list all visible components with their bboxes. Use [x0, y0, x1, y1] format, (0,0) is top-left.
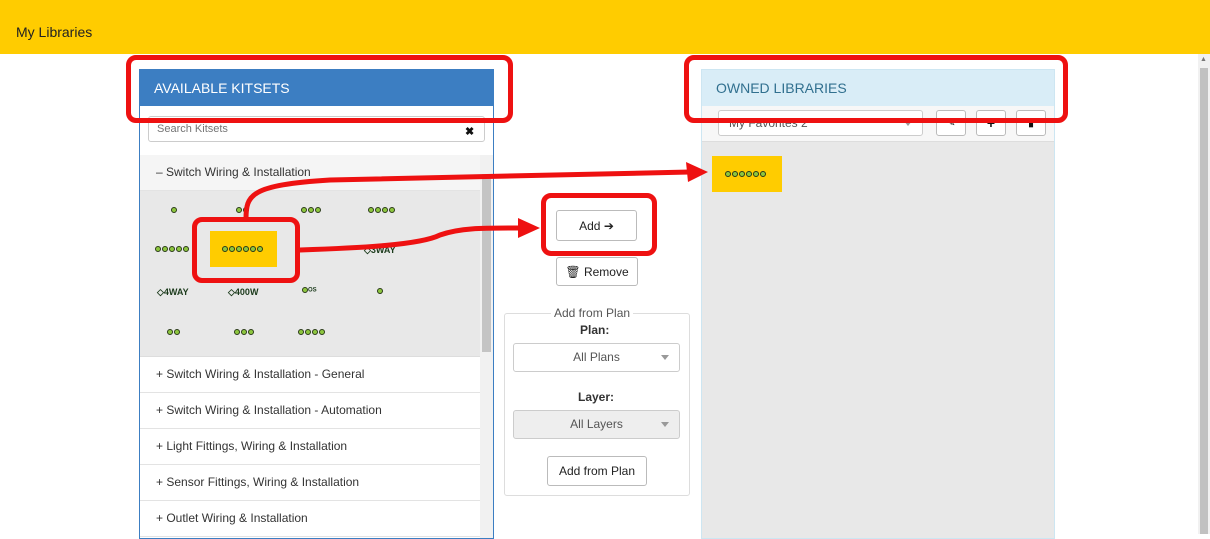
arrowhead-owned-library	[686, 162, 708, 182]
arrow-to-add-button	[297, 225, 523, 253]
arrowhead-add-button	[518, 218, 540, 238]
arrow-to-owned-library	[243, 169, 693, 222]
annotation-arrows	[243, 162, 708, 253]
